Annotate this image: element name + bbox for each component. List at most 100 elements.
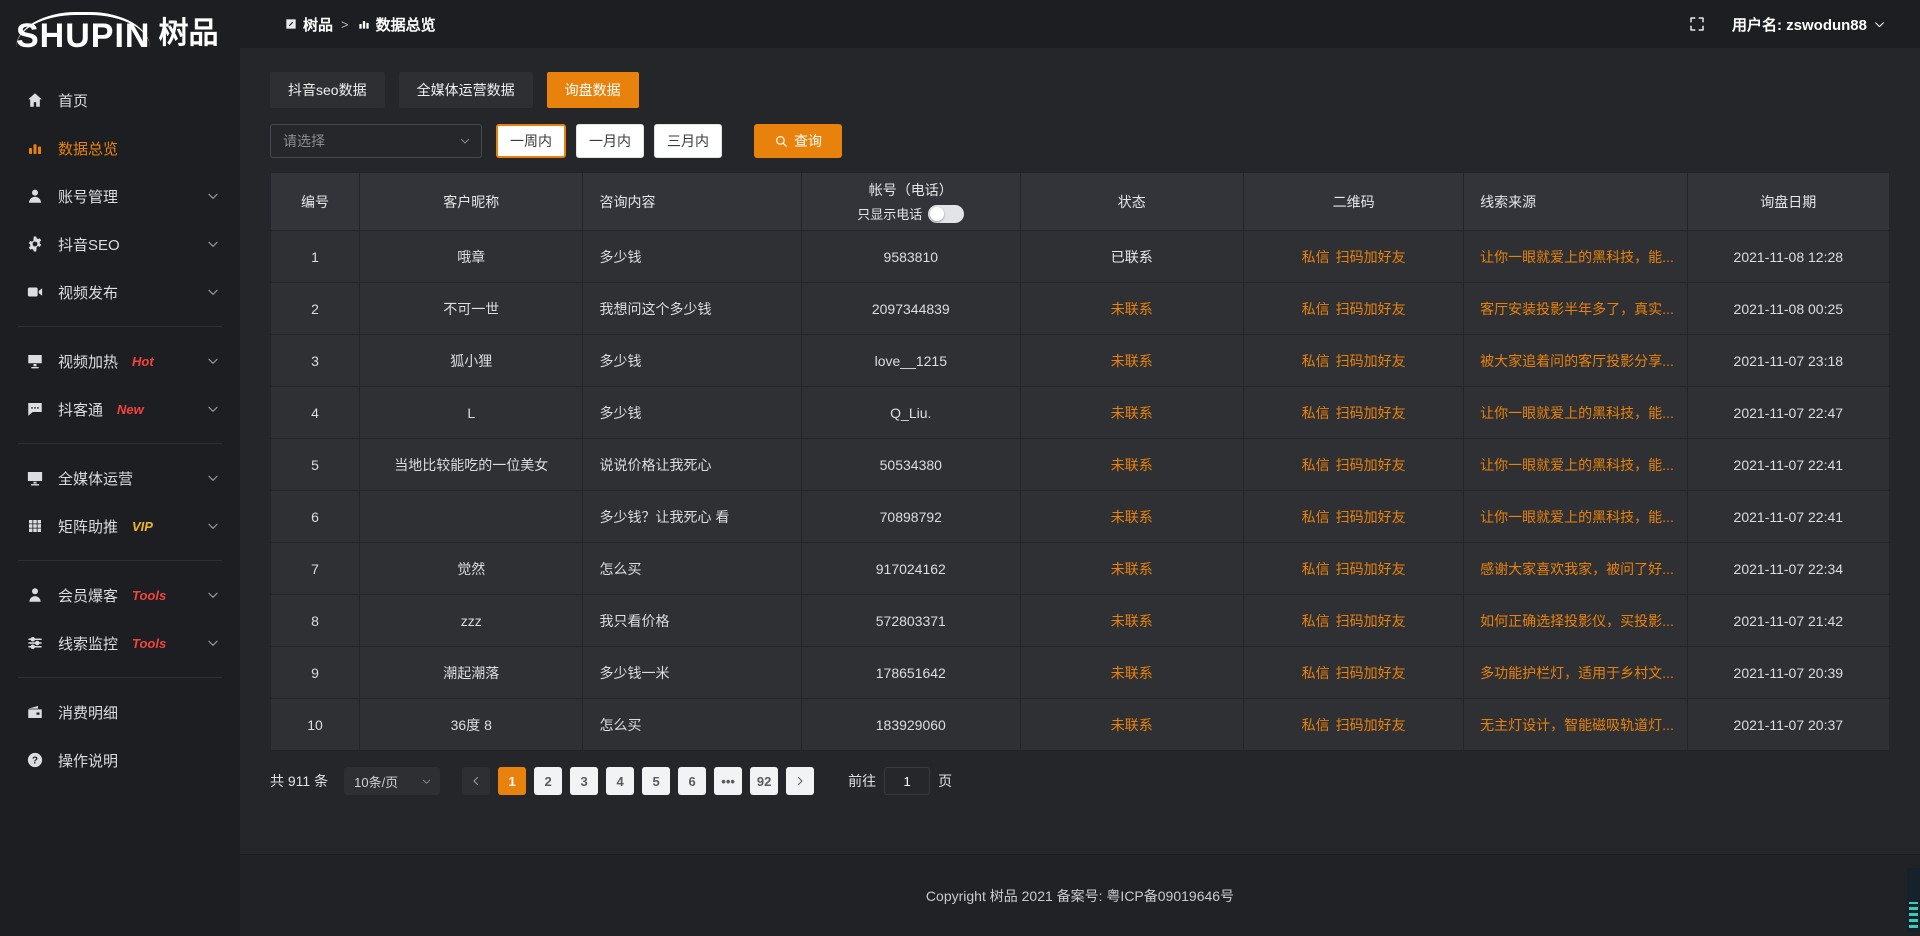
period-button-3[interactable]: 三月内 xyxy=(654,124,722,158)
page-size-select[interactable]: 10条/页 xyxy=(344,767,440,795)
query-button[interactable]: 查询 xyxy=(754,124,842,158)
sidebar-item-label: 首页 xyxy=(58,90,88,111)
qr-private-msg-link[interactable]: 私信 xyxy=(1302,509,1330,525)
tab-inquiry-data[interactable]: 询盘数据 xyxy=(547,72,639,108)
source-link[interactable]: 被大家追着问的客厅投影分享... xyxy=(1480,353,1674,369)
sidebar-item-member-baoke[interactable]: 会员爆客Tools xyxy=(0,571,240,619)
cell-account: 917024162 xyxy=(802,543,1021,595)
qr-scan-add-link[interactable]: 扫码加好友 xyxy=(1336,353,1406,369)
qr-scan-add-link[interactable]: 扫码加好友 xyxy=(1336,509,1406,525)
source-link[interactable]: 让你一眼就爱上的黑科技，能... xyxy=(1480,457,1674,473)
table-row: 2不可一世我想问这个多少钱2097344839未联系私信扫码加好友客厅安装投影半… xyxy=(271,283,1890,335)
period-button-1[interactable]: 一周内 xyxy=(496,124,566,158)
qr-private-msg-link[interactable]: 私信 xyxy=(1302,613,1330,629)
cell-nickname: 潮起潮落 xyxy=(360,647,583,699)
qr-private-msg-link[interactable]: 私信 xyxy=(1302,249,1330,265)
cell-content: 多少钱 xyxy=(583,231,802,283)
sidebar-item-label: 矩阵助推 xyxy=(58,516,118,537)
source-link[interactable]: 让你一眼就爱上的黑科技，能... xyxy=(1480,509,1674,525)
source-link[interactable]: 感谢大家喜欢我家，被问了好... xyxy=(1480,561,1674,577)
sliders-icon xyxy=(26,634,44,652)
fullscreen-icon[interactable] xyxy=(1688,15,1706,33)
source-link[interactable]: 无主灯设计，智能磁吸轨道灯... xyxy=(1480,717,1674,733)
page-jump: 前往 页 xyxy=(848,767,952,795)
prev-page-button[interactable] xyxy=(462,767,490,795)
page-ellipsis[interactable]: ••• xyxy=(714,767,742,795)
qr-scan-add-link[interactable]: 扫码加好友 xyxy=(1336,613,1406,629)
sidebar-item-video-heat[interactable]: 视频加热Hot xyxy=(0,337,240,385)
sidebar-item-label: 消费明细 xyxy=(58,702,118,723)
status-badge: 未联系 xyxy=(1111,613,1153,629)
cell-content: 我只看价格 xyxy=(583,595,802,647)
qr-private-msg-link[interactable]: 私信 xyxy=(1302,353,1330,369)
cell-account: 178651642 xyxy=(802,647,1021,699)
sidebar-item-account-manage[interactable]: 账号管理 xyxy=(0,172,240,220)
page-button-4[interactable]: 4 xyxy=(606,767,634,795)
topbar: 树品 > 数据总览 用户名: zswodun88 xyxy=(240,0,1920,48)
source-link[interactable]: 多功能护栏灯，适用于乡村文... xyxy=(1480,665,1674,681)
breadcrumb-root-label: 树品 xyxy=(303,14,333,35)
breadcrumb-root[interactable]: 树品 xyxy=(284,14,333,35)
page-button-1[interactable]: 1 xyxy=(498,767,526,795)
qr-private-msg-link[interactable]: 私信 xyxy=(1302,665,1330,681)
qr-scan-add-link[interactable]: 扫码加好友 xyxy=(1336,457,1406,473)
sidebar-item-home[interactable]: 首页 xyxy=(0,76,240,124)
user-menu[interactable]: 用户名: zswodun88 xyxy=(1732,14,1886,35)
sidebar-item-badge: New xyxy=(117,402,144,417)
brand-logo-text-cn: 树品 xyxy=(158,8,218,52)
sidebar-item-badge: Hot xyxy=(132,354,154,369)
qr-scan-add-link[interactable]: 扫码加好友 xyxy=(1336,405,1406,421)
sidebar-item-matrix-boost[interactable]: 矩阵助推VIP xyxy=(0,502,240,550)
page-button-5[interactable]: 5 xyxy=(642,767,670,795)
qr-scan-add-link[interactable]: 扫码加好友 xyxy=(1336,717,1406,733)
page-button-92[interactable]: 92 xyxy=(750,767,778,795)
qr-private-msg-link[interactable]: 私信 xyxy=(1302,301,1330,317)
cell-qr: 私信扫码加好友 xyxy=(1244,283,1464,335)
qr-private-msg-link[interactable]: 私信 xyxy=(1302,561,1330,577)
sidebar-item-badge: Tools xyxy=(132,636,166,651)
sidebar-item-media-operation[interactable]: 全媒体运营 xyxy=(0,454,240,502)
edge-widget[interactable] xyxy=(1907,868,1920,932)
qr-scan-add-link[interactable]: 扫码加好友 xyxy=(1336,561,1406,577)
source-link[interactable]: 客厅安装投影半年多了，真实... xyxy=(1480,301,1674,317)
sidebar-item-consume-detail[interactable]: 消费明细 xyxy=(0,688,240,736)
page-jump-input[interactable] xyxy=(884,767,930,795)
cell-qr: 私信扫码加好友 xyxy=(1244,647,1464,699)
sidebar-item-video-publish[interactable]: 视频发布 xyxy=(0,268,240,316)
source-link[interactable]: 让你一眼就爱上的黑科技，能... xyxy=(1480,249,1674,265)
period-button-2[interactable]: 一月内 xyxy=(576,124,644,158)
breadcrumb-current[interactable]: 数据总览 xyxy=(357,14,436,35)
source-link[interactable]: 让你一眼就爱上的黑科技，能... xyxy=(1480,405,1674,421)
tab-douyin-seo-data[interactable]: 抖音seo数据 xyxy=(270,72,385,108)
cell-content: 我想问这个多少钱 xyxy=(583,283,802,335)
column-header-content: 咨询内容 xyxy=(583,173,802,231)
qr-private-msg-link[interactable]: 私信 xyxy=(1302,457,1330,473)
cell-no: 2 xyxy=(271,283,360,335)
qr-scan-add-link[interactable]: 扫码加好友 xyxy=(1336,665,1406,681)
page-button-6[interactable]: 6 xyxy=(678,767,706,795)
table-row: 8zzz我只看价格572803371未联系私信扫码加好友如何正确选择投影仪，买投… xyxy=(271,595,1890,647)
sidebar-item-clue-monitor[interactable]: 线索监控Tools xyxy=(0,619,240,667)
status-badge: 未联系 xyxy=(1111,665,1153,681)
cell-date: 2021-11-07 21:42 xyxy=(1687,595,1889,647)
sidebar-item-douyin-seo[interactable]: 抖音SEO xyxy=(0,220,240,268)
qr-scan-add-link[interactable]: 扫码加好友 xyxy=(1336,301,1406,317)
wallet-icon xyxy=(26,703,44,721)
qr-private-msg-link[interactable]: 私信 xyxy=(1302,717,1330,733)
bar-chart-icon xyxy=(26,139,44,157)
sidebar-item-operation-guide[interactable]: ?操作说明 xyxy=(0,736,240,784)
screen-play-icon xyxy=(26,352,44,370)
qr-scan-add-link[interactable]: 扫码加好友 xyxy=(1336,249,1406,265)
qr-private-msg-link[interactable]: 私信 xyxy=(1302,405,1330,421)
cell-no: 8 xyxy=(271,595,360,647)
phone-only-toggle[interactable] xyxy=(928,205,964,223)
page-button-3[interactable]: 3 xyxy=(570,767,598,795)
source-link[interactable]: 如何正确选择投影仪，买投影... xyxy=(1480,613,1674,629)
sidebar-item-douketong[interactable]: 抖客通New xyxy=(0,385,240,433)
page-button-2[interactable]: 2 xyxy=(534,767,562,795)
pagination: 共 911 条 10条/页 123456•••92 前往 页 xyxy=(270,767,1890,795)
tab-media-operation-data[interactable]: 全媒体运营数据 xyxy=(399,72,533,108)
next-page-button[interactable] xyxy=(786,767,814,795)
filter-select[interactable]: 请选择 xyxy=(270,124,482,158)
sidebar-item-data-overview[interactable]: 数据总览 xyxy=(0,124,240,172)
